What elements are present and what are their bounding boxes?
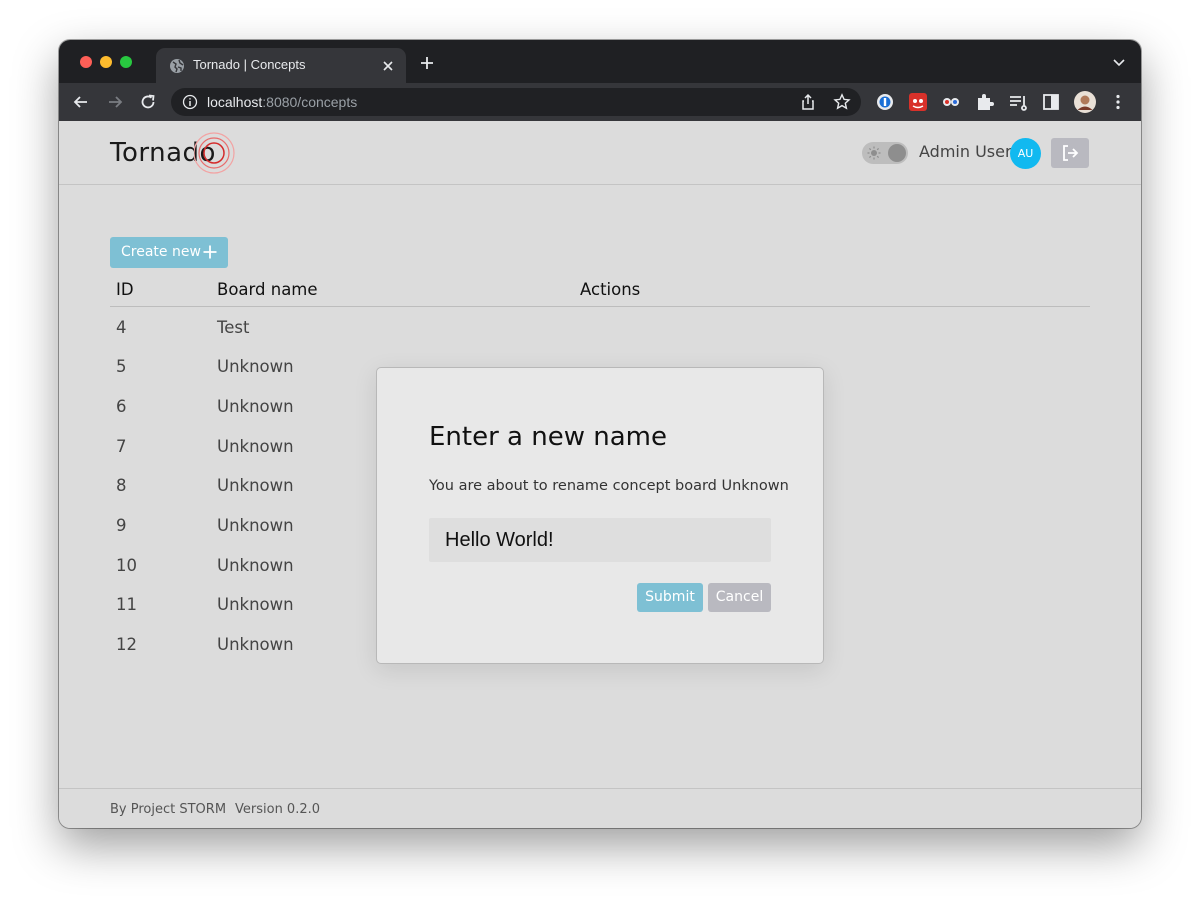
reload-icon[interactable] [139, 93, 157, 111]
row-id: 8 [116, 476, 127, 495]
extension-red-icon[interactable] [908, 92, 928, 112]
footer-credit: By Project STORM [110, 802, 227, 817]
browser-window: Tornado | Concepts localhost:8080/concep… [59, 40, 1141, 828]
app-header: Tornado Admin User AU [59, 121, 1141, 185]
row-board-name: Unknown [217, 397, 294, 416]
tornado-logo[interactable]: Tornado [110, 132, 240, 176]
column-header-board-name: Board name [217, 280, 318, 299]
forward-arrow-icon[interactable] [106, 93, 124, 111]
back-arrow-icon[interactable] [72, 93, 90, 111]
logout-button[interactable] [1051, 138, 1089, 168]
row-board-name: Unknown [217, 635, 294, 654]
row-board-name: Unknown [217, 357, 294, 376]
logo-rings-icon [194, 132, 235, 174]
address-bar[interactable]: localhost:8080/concepts [171, 88, 861, 116]
row-board-name: Test [217, 318, 250, 337]
plus-icon [203, 245, 217, 259]
url-host: localhost [207, 94, 263, 110]
row-board-name: Unknown [217, 437, 294, 456]
url-path: :8080/concepts [262, 94, 358, 110]
reading-list-icon[interactable] [1008, 92, 1028, 112]
table-row: 4 Test [110, 318, 510, 348]
chevron-down-icon[interactable] [1113, 59, 1125, 67]
create-new-label: Create new [121, 244, 201, 260]
avatar[interactable]: AU [1010, 138, 1041, 169]
dialog-title: Enter a new name [429, 422, 667, 452]
column-header-id: ID [116, 280, 134, 299]
user-name: Admin User [919, 142, 1012, 161]
close-icon[interactable] [380, 58, 396, 74]
row-id: 4 [116, 318, 127, 337]
create-new-button[interactable]: Create new [110, 237, 228, 268]
info-icon[interactable] [182, 94, 198, 110]
more-vertical-icon[interactable] [1108, 92, 1128, 112]
maximize-window-button[interactable] [120, 56, 132, 68]
row-id: 7 [116, 437, 127, 456]
table-header-divider [110, 306, 1090, 307]
row-board-name: Unknown [217, 595, 294, 614]
extension-eyes-icon[interactable] [941, 92, 961, 112]
browser-toolbar: localhost:8080/concepts [59, 83, 1141, 121]
logout-icon [1063, 145, 1079, 161]
footer-version: Version 0.2.0 [235, 802, 321, 817]
url-text: localhost:8080/concepts [207, 94, 357, 110]
extension-onepassword-icon[interactable] [875, 92, 895, 112]
globe-icon [170, 59, 184, 73]
row-id: 9 [116, 516, 127, 535]
row-id: 11 [116, 595, 137, 614]
row-board-name: Unknown [217, 516, 294, 535]
new-name-input[interactable] [429, 518, 771, 562]
tab-title: Tornado | Concepts [193, 57, 306, 72]
toggle-knob [888, 144, 906, 162]
row-id: 10 [116, 556, 137, 575]
theme-toggle[interactable] [862, 142, 908, 164]
dialog-description: You are about to rename concept board Un… [429, 478, 789, 494]
row-id: 12 [116, 635, 137, 654]
row-board-name: Unknown [217, 476, 294, 495]
minimize-window-button[interactable] [100, 56, 112, 68]
puzzle-piece-icon[interactable] [975, 92, 995, 112]
profile-avatar-icon[interactable] [1074, 91, 1096, 113]
row-board-name: Unknown [217, 556, 294, 575]
cancel-button[interactable]: Cancel [708, 583, 771, 612]
side-panel-icon[interactable] [1041, 92, 1061, 112]
browser-tab-active[interactable]: Tornado | Concepts [156, 48, 406, 84]
row-id: 6 [116, 397, 127, 416]
row-id: 5 [116, 357, 127, 376]
submit-button[interactable]: Submit [637, 583, 703, 612]
share-icon[interactable] [799, 93, 817, 111]
star-icon[interactable] [833, 93, 851, 111]
tab-strip: Tornado | Concepts [59, 40, 1141, 84]
column-header-actions: Actions [580, 280, 641, 299]
app-page: Tornado Admin User AU Create new ID Boar… [59, 121, 1141, 828]
app-footer: By Project STORM Version 0.2.0 [59, 788, 1141, 828]
new-tab-icon[interactable] [419, 55, 435, 71]
close-window-button[interactable] [80, 56, 92, 68]
sun-icon [867, 146, 881, 160]
rename-dialog: Enter a new name You are about to rename… [376, 367, 824, 664]
